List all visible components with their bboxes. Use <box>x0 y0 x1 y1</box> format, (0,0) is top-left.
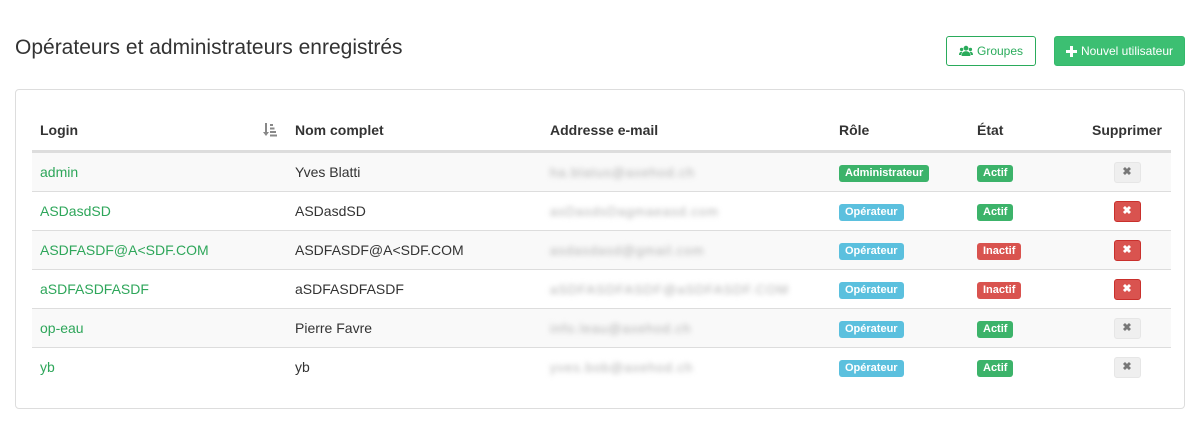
cell-delete: ✖ <box>1083 269 1171 309</box>
column-header-etat: État <box>969 110 1083 153</box>
sort-amount-icon[interactable] <box>263 123 277 137</box>
column-header-email: Addresse e-mail <box>542 110 831 153</box>
cell-role: Opérateur <box>831 230 969 270</box>
role-badge: Administrateur <box>839 164 930 182</box>
email-text: yves.bob@axehod.ch <box>550 360 694 375</box>
column-header-supprimer: Supprimer <box>1083 110 1171 153</box>
delete-button[interactable]: ✖ <box>1113 200 1141 222</box>
email-text: asdasdasd@gmail.com <box>550 243 705 258</box>
role-badge: Opérateur <box>839 359 904 377</box>
column-header-role: Rôle <box>831 110 969 153</box>
cell-role: Opérateur <box>831 269 969 309</box>
login-link[interactable]: aSDFASDFASDF <box>40 281 149 297</box>
cell-nom: ASDFASDF@A<SDF.COM <box>287 230 542 270</box>
cell-nom: Pierre Favre <box>287 308 542 348</box>
login-link[interactable]: op-eau <box>40 320 84 336</box>
email-text: aSDFASDFASDF@aSDFASDF.COM <box>550 282 790 297</box>
cell-delete: ✖ <box>1083 347 1171 386</box>
cell-email: ha.blatus@axehod.ch <box>542 151 831 192</box>
close-icon: ✖ <box>1122 282 1132 295</box>
close-icon: ✖ <box>1122 165 1132 178</box>
cell-login: admin <box>32 151 287 192</box>
cell-etat: Actif <box>969 191 1083 231</box>
delete-button[interactable]: ✖ <box>1113 317 1141 339</box>
delete-button[interactable]: ✖ <box>1113 356 1141 378</box>
cell-etat: Actif <box>969 347 1083 386</box>
delete-button[interactable]: ✖ <box>1113 161 1141 183</box>
email-text: ha.blatus@axehod.ch <box>550 165 695 180</box>
cell-email: asdasdasd@gmail.com <box>542 230 831 270</box>
cell-role: Opérateur <box>831 191 969 231</box>
column-header-login[interactable]: Login <box>32 110 287 153</box>
groups-button[interactable]: Groupes <box>946 36 1036 66</box>
login-link[interactable]: ASDasdSD <box>40 203 111 219</box>
cell-login: aSDFASDFASDF <box>32 269 287 309</box>
role-badge: Opérateur <box>839 203 904 221</box>
cell-login: yb <box>32 347 287 386</box>
close-icon: ✖ <box>1122 360 1132 373</box>
role-badge: Opérateur <box>839 242 904 260</box>
role-badge: Opérateur <box>839 320 904 338</box>
users-table: Login Nom complet Addresse e-mail Rôle É… <box>32 110 1171 386</box>
cell-email: aSDFASDFASDF@aSDFASDF.COM <box>542 269 831 309</box>
cell-nom: ASDasdSD <box>287 191 542 231</box>
cell-etat: Actif <box>969 151 1083 192</box>
cell-delete: ✖ <box>1083 191 1171 231</box>
cell-etat: Inactif <box>969 269 1083 309</box>
cell-email: info.leau@axehod.ch <box>542 308 831 348</box>
email-text: asDasdsDagmaeasd.com <box>550 204 719 219</box>
status-badge: Actif <box>977 203 1014 221</box>
close-icon: ✖ <box>1122 243 1132 256</box>
cell-delete: ✖ <box>1083 308 1171 348</box>
cell-nom: aSDFASDFASDF <box>287 269 542 309</box>
login-link[interactable]: ASDFASDF@A<SDF.COM <box>40 242 209 258</box>
delete-button[interactable]: ✖ <box>1113 278 1141 300</box>
table-row: ASDasdSD ASDasdSD asDasdsDagmaeasd.com Opér… <box>32 191 1171 231</box>
status-badge: Inactif <box>977 281 1022 299</box>
status-badge: Inactif <box>977 242 1022 260</box>
status-badge: Actif <box>977 320 1014 338</box>
table-row: aSDFASDFASDF aSDFASDFASDF aSDFASDFASDF@aSD… <box>32 269 1171 309</box>
table-row: ASDFASDF@A<SDF.COM ASDFASDF@A<SDF.COM asda… <box>32 230 1171 270</box>
status-badge: Actif <box>977 164 1014 182</box>
login-link[interactable]: yb <box>40 359 55 375</box>
cell-etat: Inactif <box>969 230 1083 270</box>
new-user-button[interactable]: Nouvel utilisateur <box>1054 36 1185 66</box>
close-icon: ✖ <box>1122 204 1132 217</box>
cell-role: Opérateur <box>831 347 969 386</box>
table-row: op-eau Pierre Favre info.leau@axehod.ch Opé… <box>32 308 1171 348</box>
close-icon: ✖ <box>1122 321 1132 334</box>
cell-email: yves.bob@axehod.ch <box>542 347 831 386</box>
page-title: Opérateurs et administrateurs enregistré… <box>15 36 403 59</box>
cell-delete: ✖ <box>1083 151 1171 192</box>
cell-delete: ✖ <box>1083 230 1171 270</box>
cell-role: Administrateur <box>831 151 969 192</box>
cell-login: ASDasdSD <box>32 191 287 231</box>
login-link[interactable]: admin <box>40 164 78 180</box>
plus-icon <box>1065 46 1077 57</box>
column-header-nom: Nom complet <box>287 110 542 153</box>
status-badge: Actif <box>977 359 1014 377</box>
email-text: info.leau@axehod.ch <box>550 321 692 336</box>
cell-nom: Yves Blatti <box>287 151 542 192</box>
users-panel: Login Nom complet Addresse e-mail Rôle É… <box>15 89 1185 409</box>
role-badge: Opérateur <box>839 281 904 299</box>
table-header-row: Login Nom complet Addresse e-mail Rôle É… <box>32 110 1171 153</box>
table-row: yb yb yves.bob@axehod.ch Opérateur Actif ✖ <box>32 347 1171 386</box>
groups-button-label: Groupes <box>976 44 1024 58</box>
cell-role: Opérateur <box>831 308 969 348</box>
cell-etat: Actif <box>969 308 1083 348</box>
cell-email: asDasdsDagmaeasd.com <box>542 191 831 231</box>
table-row: admin Yves Blatti ha.blatus@axehod.ch Admin… <box>32 151 1171 192</box>
new-user-button-label: Nouvel utilisateur <box>1080 44 1174 58</box>
cell-login: op-eau <box>32 308 287 348</box>
cell-login: ASDFASDF@A<SDF.COM <box>32 230 287 270</box>
delete-button[interactable]: ✖ <box>1113 239 1141 261</box>
users-icon <box>958 45 973 56</box>
cell-nom: yb <box>287 347 542 386</box>
